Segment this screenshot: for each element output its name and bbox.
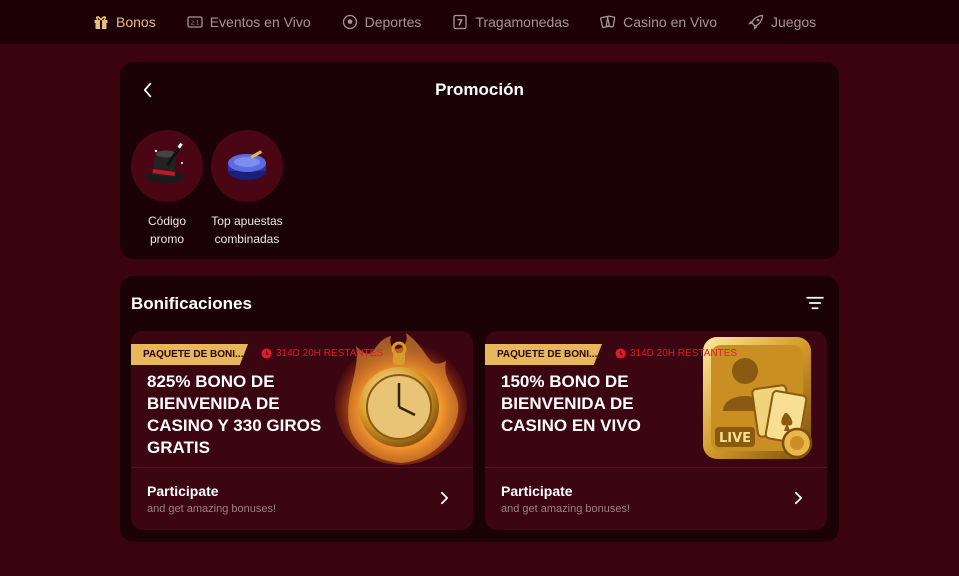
promo-item-top-apuestas[interactable]: Top apuestas combinadas xyxy=(202,130,292,248)
nav-label: Tragamonedas xyxy=(475,14,570,30)
clock-icon xyxy=(261,348,272,359)
rocket-icon xyxy=(747,13,765,31)
page-title: Promoción xyxy=(435,80,524,99)
nav-label: Bonos xyxy=(116,14,156,30)
promo-label-line2: combinadas xyxy=(214,232,280,246)
divider xyxy=(131,467,473,468)
promo-label: Código promo xyxy=(122,212,212,248)
countdown-timer: 314D 20H RESTANTES xyxy=(615,348,737,359)
countdown-timer: 314D 20H RESTANTES xyxy=(261,348,383,359)
top-navigation: Bonos 2:1 Eventos en Vivo Deportes 7 Tra… xyxy=(0,0,959,44)
promo-item-codigo-promo[interactable]: Código promo xyxy=(122,130,212,248)
filter-icon xyxy=(806,296,824,310)
participate-label: Participate xyxy=(147,483,219,499)
promo-label-line1: Código xyxy=(147,214,187,228)
svg-text:2:1: 2:1 xyxy=(190,21,199,27)
hockey-puck-icon xyxy=(228,150,266,180)
promo-icon-circle xyxy=(131,130,203,202)
chevron-right-icon xyxy=(794,491,802,505)
nav-label: Casino en Vivo xyxy=(623,14,718,30)
card-arrow-button[interactable] xyxy=(791,489,805,507)
nav-item-deportes[interactable]: Deportes xyxy=(341,4,422,40)
nav-item-casino-en-vivo[interactable]: Casino en Vivo xyxy=(599,4,717,40)
promo-label-line2: promo xyxy=(149,232,184,246)
timer-text: 314D 20H RESTANTES xyxy=(276,348,384,359)
nav-item-juegos[interactable]: Juegos xyxy=(747,4,816,40)
svg-text:7: 7 xyxy=(457,19,463,29)
promo-icon-circle xyxy=(211,130,283,202)
bonus-title: 825% BONO DE BIENVENIDA DE CASINO Y 330 … xyxy=(147,372,322,457)
live-text: LIVE xyxy=(719,431,751,446)
gift-icon xyxy=(92,13,110,31)
promo-label: Top apuestas combinadas xyxy=(202,212,292,248)
divider xyxy=(485,467,827,468)
nav-item-bonos[interactable]: Bonos xyxy=(92,4,156,40)
nav-label: Eventos en Vivo xyxy=(209,14,311,30)
section-heading: Bonificaciones xyxy=(131,294,252,313)
nav-item-eventos-en-vivo[interactable]: 2:1 Eventos en Vivo xyxy=(186,4,311,40)
participate-label: Participate xyxy=(501,483,573,499)
bonus-tag: PAQUETE DE BONI... xyxy=(131,344,248,365)
soccer-ball-icon xyxy=(341,13,359,31)
participate-subtext: and get amazing bonuses! xyxy=(147,503,277,515)
card-arrow-button[interactable] xyxy=(437,489,451,507)
slot-seven-icon: 7 xyxy=(451,13,469,31)
nav-item-tragamonedas[interactable]: 7 Tragamonedas xyxy=(451,4,569,40)
bonus-title: 150% BONO DE BIENVENIDA DE CASINO EN VIV… xyxy=(501,372,641,435)
timer-text: 314D 20H RESTANTES xyxy=(630,348,738,359)
clock-icon xyxy=(615,348,626,359)
promotion-panel: Promoción Código promo Top apuestas comb… xyxy=(120,62,839,259)
nav-label: Deportes xyxy=(364,14,422,30)
bonus-tag: PAQUETE DE BONI... xyxy=(485,344,602,365)
magic-hat-icon xyxy=(146,142,184,183)
filter-button[interactable] xyxy=(805,294,825,312)
nav-label: Juegos xyxy=(771,14,817,30)
chevron-right-icon xyxy=(440,491,448,505)
promo-label-line1: Top apuestas xyxy=(211,214,283,228)
participate-subtext: and get amazing bonuses! xyxy=(501,503,631,515)
scoreboard-icon: 2:1 xyxy=(186,13,204,31)
bonus-card[interactable]: LIVE PAQUETE DE BONI... 314D 20H RESTANT… xyxy=(485,331,827,530)
bonus-card[interactable]: PAQUETE DE BONI... 314D 20H RESTANTES 82… xyxy=(131,331,473,530)
playing-cards-icon xyxy=(599,13,617,31)
bonuses-panel: Bonificaciones PAQUETE DE BONI... 314D 2… xyxy=(120,276,839,542)
